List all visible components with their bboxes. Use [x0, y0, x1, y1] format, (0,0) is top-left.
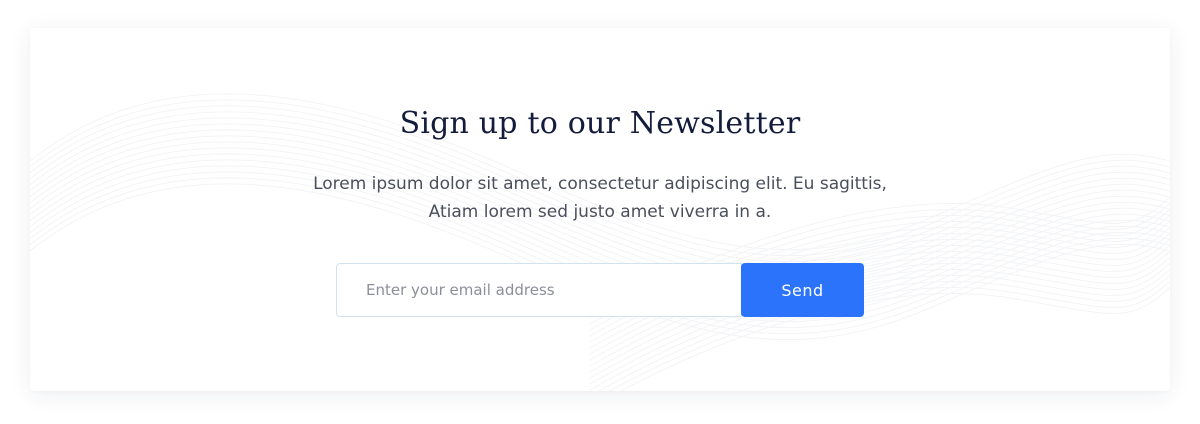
description-line-2: Atiam lorem sed justo amet viverra in a. — [428, 202, 772, 222]
newsletter-description: Lorem ipsum dolor sit amet, consectetur … — [30, 170, 1170, 226]
send-button[interactable]: Send — [741, 263, 864, 317]
newsletter-form: Send — [336, 263, 864, 317]
newsletter-card: Sign up to our Newsletter Lorem ipsum do… — [30, 28, 1170, 391]
email-input[interactable] — [336, 263, 742, 317]
page: Sign up to our Newsletter Lorem ipsum do… — [0, 0, 1200, 424]
newsletter-title: Sign up to our Newsletter — [399, 106, 801, 141]
description-line-1: Lorem ipsum dolor sit amet, consectetur … — [313, 174, 887, 194]
